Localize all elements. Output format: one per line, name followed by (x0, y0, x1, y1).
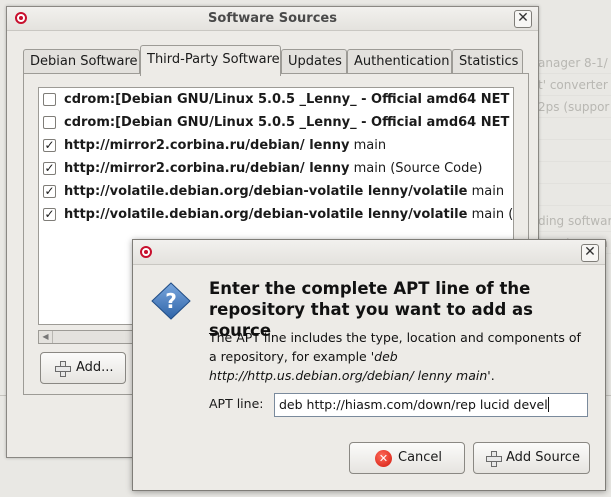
dialog-description: The APT line includes the type, location… (209, 330, 581, 383)
add-icon (485, 450, 502, 467)
dialog-titlebar: ✕ (133, 240, 605, 265)
apt-line-label: APT line: (209, 396, 264, 411)
source-checkbox[interactable]: ✓ (43, 208, 56, 221)
tab-third-party-software[interactable]: Third-Party Software (140, 45, 281, 76)
tab-authentication[interactable]: Authentication (347, 49, 452, 75)
source-checkbox[interactable] (43, 116, 56, 129)
add-source-confirm-button[interactable]: Add Source (473, 442, 590, 474)
window-title: Software Sources (208, 11, 337, 26)
scroll-left-icon[interactable]: ◀ (39, 331, 53, 343)
background-row: ding softwar (534, 210, 611, 232)
source-uri: http://volatile.debian.org/debian-volati… (64, 207, 468, 222)
close-window-button[interactable]: ✕ (514, 10, 532, 28)
background-row (534, 118, 611, 140)
source-components: main (Source Code) (353, 161, 483, 176)
background-row: t' converter (534, 74, 611, 96)
background-row: anager 8-1/ (534, 52, 611, 74)
add-icon (54, 360, 71, 377)
tab-updates[interactable]: Updates (281, 49, 347, 75)
apt-line-input[interactable]: deb http://hiasm.com/down/rep lucid deve… (274, 393, 588, 417)
source-checkbox[interactable] (43, 93, 56, 106)
svg-text:?: ? (165, 289, 177, 313)
cancel-button[interactable]: ✕ Cancel (349, 442, 465, 474)
tab-statistics[interactable]: Statistics (452, 49, 523, 75)
tab-debian-software[interactable]: Debian Software (23, 49, 140, 75)
source-components: main (353, 138, 387, 153)
source-checkbox[interactable]: ✓ (43, 185, 56, 198)
source-checkbox[interactable]: ✓ (43, 162, 56, 175)
window-titlebar: Software Sources ✕ (7, 7, 538, 31)
close-dialog-button[interactable]: ✕ (581, 244, 599, 262)
source-uri: cdrom:[Debian GNU/Linux 5.0.5 _Lenny_ - … (64, 115, 510, 130)
apt-line-dialog: ✕ ? Enter the complete APT line of the r… (132, 239, 606, 491)
source-uri: http://mirror2.corbina.ru/debian/ lenny (64, 161, 350, 176)
add-source-button[interactable]: Add... (40, 352, 126, 384)
source-checkbox[interactable]: ✓ (43, 139, 56, 152)
source-components: main ( (471, 207, 514, 222)
debian-logo-icon (140, 246, 152, 258)
source-components: main (471, 184, 505, 199)
background-row: 2ps (suppor (534, 96, 611, 118)
cancel-icon: ✕ (375, 450, 392, 467)
background-row (534, 140, 611, 162)
source-uri: http://volatile.debian.org/debian-volati… (64, 184, 468, 199)
question-icon: ? (151, 282, 191, 320)
background-row (534, 162, 611, 184)
source-uri: http://mirror2.corbina.ru/debian/ lenny (64, 138, 350, 153)
background-row (534, 184, 611, 206)
source-uri: cdrom:[Debian GNU/Linux 5.0.5 _Lenny_ - … (64, 92, 510, 107)
